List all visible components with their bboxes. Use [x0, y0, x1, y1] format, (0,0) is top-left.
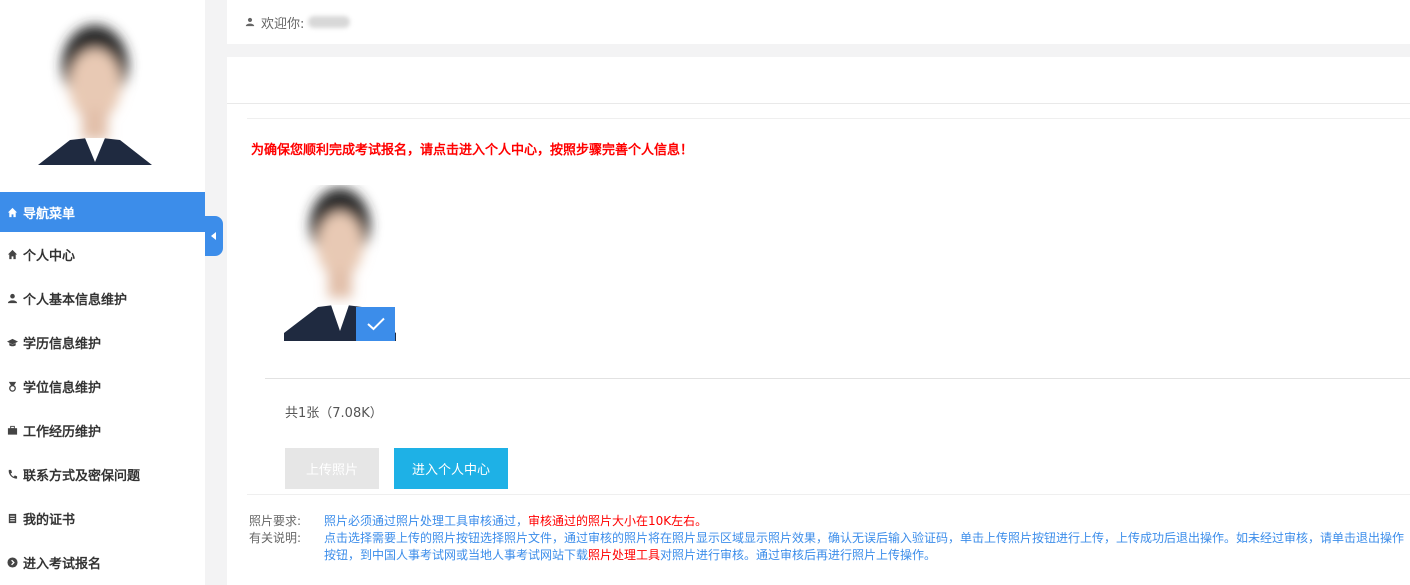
- divider: [265, 378, 1410, 379]
- checkmark-icon: [356, 307, 395, 341]
- sidebar-item-contact-security[interactable]: 联系方式及密保问题: [0, 452, 205, 496]
- upload-photo-button[interactable]: 上传照片: [285, 448, 379, 489]
- medal-icon: [4, 381, 20, 392]
- chevron-left-icon: [211, 229, 217, 244]
- sidebar-item-nav-menu[interactable]: 导航菜单: [0, 192, 205, 232]
- sidebar-item-basic-info[interactable]: 个人基本信息维护: [0, 276, 205, 320]
- sidebar-item-label: 进入考试报名: [23, 556, 102, 572]
- user-icon: [245, 17, 255, 27]
- sidebar-item-label: 联系方式及密保问题: [23, 468, 141, 484]
- requirements-label: 照片要求:: [249, 514, 302, 528]
- certificate-icon: [4, 513, 20, 524]
- sidebar-item-label: 个人基本信息维护: [23, 292, 128, 308]
- photo-upload-panel: 为确保您顺利完成考试报名，请点击进入个人中心，按照步骤完善个人信息！ 共1张（7…: [227, 57, 1410, 585]
- notice-text: 为确保您顺利完成考试报名，请点击进入个人中心，按照步骤完善个人信息！: [251, 143, 694, 158]
- welcome-text: 欢迎你:: [261, 16, 305, 32]
- avatar: [30, 10, 160, 175]
- sidebar-item-education[interactable]: 学历信息维护: [0, 320, 205, 364]
- enter-personal-center-button[interactable]: 进入个人中心: [394, 448, 508, 489]
- notes-text: 点击选择需要上传的照片按钮选择照片文件，通过审核的照片将在照片显示区域显示照片效…: [324, 531, 1405, 562]
- requirements-text: 照片必须通过照片处理工具审核通过，审核通过的照片大小在10K左右。: [324, 514, 708, 528]
- phone-icon: [4, 469, 20, 480]
- sidebar-item-label: 个人中心: [23, 248, 76, 264]
- notes-label: 有关说明:: [249, 531, 302, 545]
- sidebar-item-work-experience[interactable]: 工作经历维护: [0, 408, 205, 452]
- username: [308, 16, 351, 28]
- home-icon: [4, 249, 20, 260]
- photo-tool-link[interactable]: 照片处理工具: [588, 548, 660, 562]
- briefcase-icon: [4, 425, 20, 436]
- sidebar-item-exam-registration[interactable]: 进入考试报名: [0, 540, 205, 584]
- graduation-cap-icon: [4, 337, 20, 348]
- nav-menu: 导航菜单 个人中心 个人基本信息维护 学历信息维护 学位信息维护 工作经历维护 …: [0, 192, 205, 584]
- circle-arrow-icon: [4, 556, 20, 568]
- sidebar-item-degree[interactable]: 学位信息维护: [0, 364, 205, 408]
- user-icon: [4, 293, 20, 304]
- divider: [247, 118, 1410, 119]
- sidebar-item-label: 工作经历维护: [23, 424, 102, 440]
- sidebar-item-certificates[interactable]: 我的证书: [0, 496, 205, 540]
- sidebar-item-label: 学历信息维护: [23, 336, 102, 352]
- sidebar-item-label: 导航菜单: [23, 206, 76, 222]
- sidebar-item-label: 我的证书: [23, 512, 76, 528]
- home-icon: [4, 207, 20, 218]
- top-bar: 欢迎你:: [227, 0, 1410, 44]
- photo-requirements: 照片要求: 照片必须通过照片处理工具审核通过，审核通过的照片大小在10K左右。 …: [249, 513, 1409, 564]
- photo-count: 共1张（7.08K）: [285, 406, 383, 421]
- sidebar-item-personal-center[interactable]: 个人中心: [0, 232, 205, 276]
- divider: [227, 103, 1410, 104]
- sidebar: 导航菜单 个人中心 个人基本信息维护 学历信息维护 学位信息维护 工作经历维护 …: [0, 0, 205, 585]
- sidebar-item-label: 学位信息维护: [23, 380, 102, 396]
- sidebar-collapse-toggle[interactable]: [205, 216, 223, 256]
- divider: [247, 494, 1410, 495]
